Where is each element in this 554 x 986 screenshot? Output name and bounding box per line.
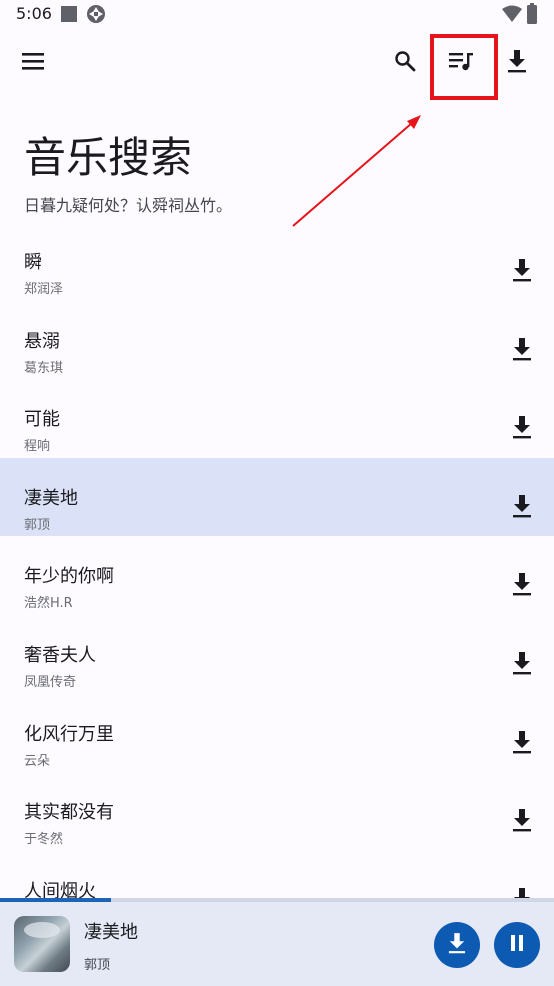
song-download-button[interactable] xyxy=(512,808,534,834)
status-time: 5:06 xyxy=(16,4,52,23)
song-download-button[interactable] xyxy=(512,651,534,677)
search-button[interactable] xyxy=(386,44,424,82)
song-item[interactable]: 化风行万里 云朵 xyxy=(0,694,554,773)
page-title: 音乐搜索 xyxy=(24,133,193,182)
song-item[interactable]: 悬溺 葛东琪 xyxy=(0,301,554,380)
status-bar: 5:06 xyxy=(0,0,554,30)
download-icon xyxy=(513,259,531,282)
song-artist: 云朵 xyxy=(24,753,51,769)
playback-progress-bar[interactable] xyxy=(0,898,554,902)
pause-button[interactable] xyxy=(494,922,540,968)
song-artist: 于冬然 xyxy=(24,832,64,848)
download-manager-button[interactable] xyxy=(498,44,536,82)
song-download-button[interactable] xyxy=(512,337,534,363)
song-title: 瞬 xyxy=(24,252,42,273)
song-download-button[interactable] xyxy=(512,258,534,284)
song-list: 瞬 郑润泽 悬溺 葛东琪 可能 程响 凄美地 郭顶 年少的你啊 浩然H.R 奢香… xyxy=(0,222,554,929)
song-title: 其实都没有 xyxy=(24,802,114,824)
song-title: 悬溺 xyxy=(24,330,60,352)
song-title: 化风行万里 xyxy=(24,723,114,745)
song-item[interactable]: 年少的你啊 浩然H.R xyxy=(0,536,554,615)
download-icon xyxy=(513,809,531,832)
annotation-highlight-box xyxy=(430,34,498,100)
song-artist: 凤凰传奇 xyxy=(24,674,77,690)
now-playing-bar[interactable]: 凄美地 郭顶 xyxy=(0,898,554,986)
download-icon xyxy=(513,651,531,675)
song-artist: 葛东琪 xyxy=(24,360,64,376)
song-artist: 郑润泽 xyxy=(24,282,64,297)
wifi-icon xyxy=(502,5,522,27)
song-item-selected[interactable]: 凄美地 郭顶 xyxy=(0,457,554,537)
song-title: 年少的你啊 xyxy=(24,566,114,588)
download-icon xyxy=(507,49,527,77)
download-icon xyxy=(513,494,531,518)
song-artist: 程响 xyxy=(24,439,51,455)
player-download-button[interactable] xyxy=(434,922,480,968)
song-item[interactable]: 瞬 郑润泽 xyxy=(0,222,554,301)
song-title: 可能 xyxy=(24,409,60,431)
song-item[interactable]: 奢香夫人 凤凰传奇 xyxy=(0,615,554,694)
song-download-button[interactable] xyxy=(512,730,534,756)
player-artist: 郭顶 xyxy=(84,958,111,973)
song-artist: 浩然H.R xyxy=(24,596,73,612)
song-download-button[interactable] xyxy=(512,415,534,441)
song-artist: 郭顶 xyxy=(24,517,51,533)
song-download-button[interactable] xyxy=(512,572,534,598)
download-icon xyxy=(513,730,531,753)
download-icon xyxy=(513,573,531,596)
download-icon xyxy=(513,337,531,360)
playback-progress-fill xyxy=(0,898,111,902)
pause-icon xyxy=(509,934,525,956)
battery-icon xyxy=(526,3,538,29)
song-title: 凄美地 xyxy=(24,487,78,509)
square-icon xyxy=(60,5,78,27)
menu-button[interactable] xyxy=(14,44,52,82)
song-item[interactable]: 其实都没有 于冬然 xyxy=(0,772,554,851)
song-item[interactable]: 可能 程响 xyxy=(0,379,554,458)
page-subtitle: 日暮九疑何处？认舜祠丛竹。 xyxy=(24,196,233,215)
player-song-title: 凄美地 xyxy=(84,922,138,943)
search-icon xyxy=(393,49,417,77)
download-icon xyxy=(448,932,466,958)
album-art[interactable] xyxy=(14,916,70,972)
menu-icon xyxy=(21,51,45,75)
song-title: 奢香夫人 xyxy=(24,644,96,666)
vpn-icon xyxy=(86,4,106,28)
download-icon xyxy=(513,416,531,439)
song-download-button[interactable] xyxy=(512,494,534,520)
